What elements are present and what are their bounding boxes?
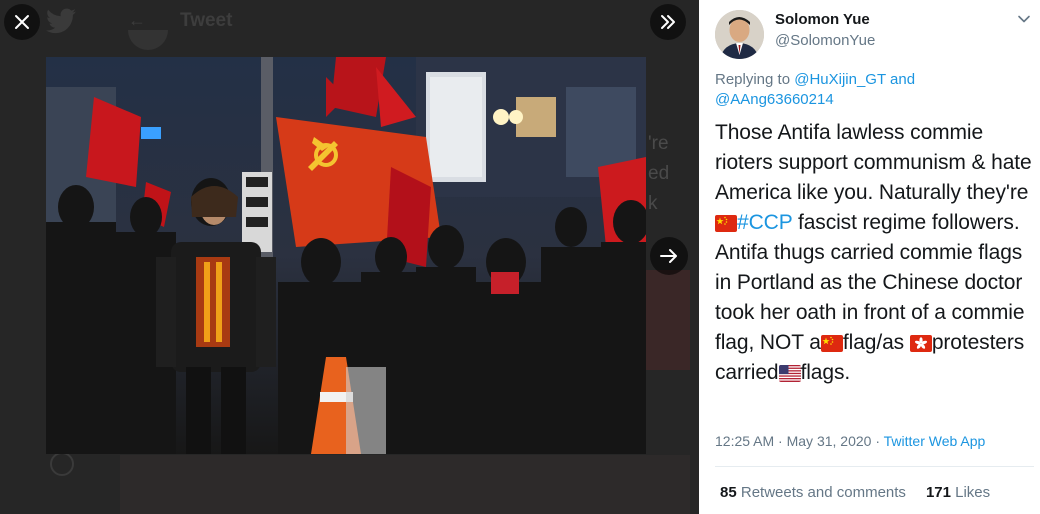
background-avatar — [128, 30, 168, 50]
tweet-text-part: Those Antifa lawless commie rioters supp… — [715, 121, 1032, 204]
china-flag-icon — [820, 335, 843, 352]
author-name[interactable]: Solomon Yue — [775, 11, 870, 28]
retweets-stat[interactable]: 85 Retweets and comments — [720, 484, 906, 501]
us-flag-icon — [778, 365, 801, 382]
meta-separator: · — [871, 433, 884, 449]
background-text-fragment: 're — [648, 133, 669, 154]
media-viewer: ← Tweet 're ed k — [0, 0, 699, 514]
tweet-stats: 85 Retweets and comments 171 Likes — [720, 484, 990, 501]
hashtag-link[interactable]: #CCP — [737, 211, 792, 234]
arrow-right-icon — [660, 249, 677, 263]
author-handle[interactable]: @SolomonYue — [775, 32, 875, 49]
divider — [715, 466, 1034, 467]
tweet-detail-panel: Solomon Yue @SolomonYue Replying to @HuX… — [699, 0, 1040, 514]
background-image-fragment — [120, 455, 690, 514]
likes-label: Likes — [950, 484, 991, 501]
avatar[interactable] — [715, 10, 764, 59]
next-image-button[interactable] — [650, 237, 688, 275]
likes-count: 171 — [925, 484, 951, 501]
retweets-count: 85 — [720, 484, 737, 501]
background-image-fragment — [646, 270, 690, 370]
background-icon — [50, 452, 74, 476]
meta-separator: · — [774, 433, 787, 449]
tweet-photo[interactable] — [46, 57, 646, 454]
replying-to: Replying to @HuXijin_GT and @AAng6366021… — [715, 70, 1030, 110]
replying-prefix: Replying to — [715, 71, 795, 88]
reply-user-link[interactable]: @AAng63660214 — [715, 91, 834, 108]
chevron-down-icon[interactable] — [1017, 12, 1031, 26]
tweet-text-part: flag/as — [842, 331, 910, 354]
close-button[interactable] — [4, 4, 40, 40]
twitter-bird-icon — [46, 8, 76, 34]
china-flag-icon — [715, 215, 737, 232]
tweet-date[interactable]: May 31, 2020 — [787, 433, 872, 449]
reply-user-link[interactable]: @HuXijin_GT — [794, 71, 886, 88]
tweet-text: Those Antifa lawless commie rioters supp… — [715, 118, 1035, 388]
tweet-text-part: flags. — [800, 361, 851, 384]
expand-panel-icon — [661, 15, 675, 29]
background-title: Tweet — [180, 10, 233, 31]
likes-stat[interactable]: 171 Likes — [926, 484, 990, 501]
background-text-fragment: ed — [648, 163, 670, 184]
close-icon — [15, 15, 29, 29]
source-app-link[interactable]: Twitter Web App — [884, 433, 986, 449]
expand-panel-button[interactable] — [650, 4, 686, 40]
retweets-label: Retweets and comments — [736, 484, 906, 501]
tweet-meta: 12:25 AM · May 31, 2020 · Twitter Web Ap… — [715, 433, 985, 449]
back-arrow-icon: ← — [128, 10, 146, 30]
tweet-time[interactable]: 12:25 AM — [715, 433, 774, 449]
hong-kong-flag-icon — [909, 335, 932, 352]
replying-and: and — [885, 71, 916, 88]
background-text-fragment: k — [648, 193, 658, 214]
